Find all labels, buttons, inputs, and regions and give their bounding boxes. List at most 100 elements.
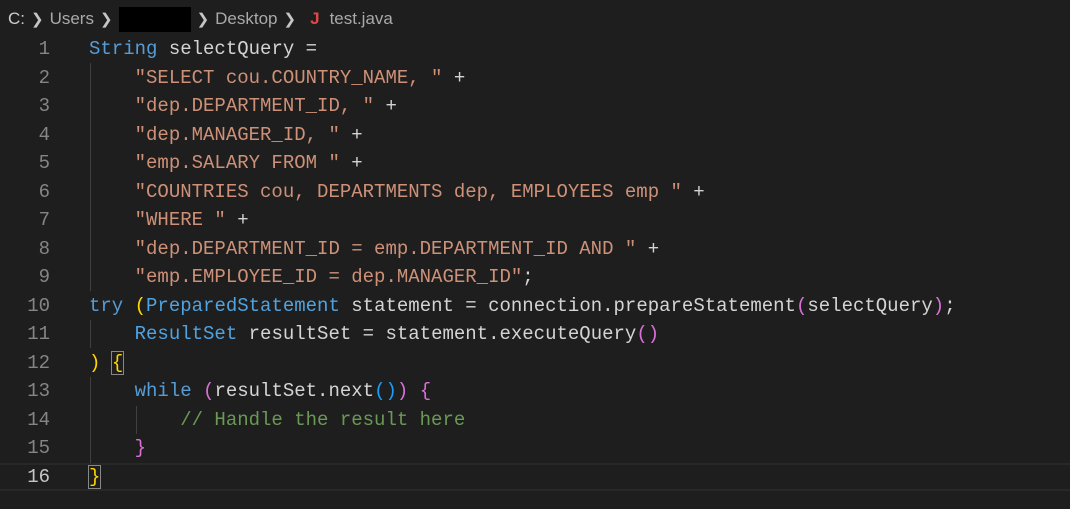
line-text: while (resultSet.next()) { bbox=[89, 377, 432, 406]
line-number: 4 bbox=[38, 123, 50, 146]
code-line[interactable]: 1 String selectQuery = bbox=[0, 35, 1070, 64]
line-number: 16 bbox=[27, 465, 50, 488]
line-text: ResultSet resultSet = statement.executeQ… bbox=[89, 320, 660, 349]
code-token: // Handle the result here bbox=[180, 408, 466, 431]
code-token: ) bbox=[932, 294, 945, 317]
code-line[interactable]: 14 // Handle the result here bbox=[0, 406, 1070, 435]
code-line[interactable]: 5 "emp.SALARY FROM " + bbox=[0, 149, 1070, 178]
code-line[interactable]: 3 "dep.DEPARTMENT_ID, " + bbox=[0, 92, 1070, 121]
code-line[interactable]: 11 ResultSet resultSet = statement.execu… bbox=[0, 320, 1070, 349]
code-token: try bbox=[89, 294, 124, 317]
line-text: ) { bbox=[89, 349, 125, 378]
code-token: "SELECT cou.COUNTRY_NAME, " bbox=[134, 66, 443, 89]
code-token: ( bbox=[795, 294, 808, 317]
chevron-right-icon: ❯ bbox=[196, 11, 210, 28]
code-line[interactable]: 6 "COUNTRIES cou, DEPARTMENTS dep, EMPLO… bbox=[0, 178, 1070, 207]
code-token: String bbox=[89, 38, 158, 60]
line-number: 11 bbox=[27, 323, 50, 345]
code-token: ResultSet bbox=[134, 323, 238, 345]
code-token: "dep.DEPARTMENT_ID = emp.DEPARTMENT_ID A… bbox=[134, 237, 637, 260]
line-number: 13 bbox=[27, 380, 50, 402]
code-token: while bbox=[134, 380, 192, 402]
code-token: + bbox=[225, 209, 249, 231]
code-token: "dep.MANAGER_ID, " bbox=[134, 123, 340, 146]
code-token: statement = connection.prepareStatement bbox=[339, 294, 796, 317]
breadcrumb-drive[interactable]: C: bbox=[8, 9, 25, 29]
code-token: "WHERE " bbox=[134, 209, 226, 231]
line-text: "dep.DEPARTMENT_ID = emp.DEPARTMENT_ID A… bbox=[89, 235, 660, 264]
code-token: { bbox=[110, 350, 125, 375]
code-line[interactable]: 15 } bbox=[0, 434, 1070, 463]
code-line[interactable]: 16} bbox=[0, 463, 1070, 492]
line-number: 1 bbox=[38, 38, 50, 60]
code-token: () bbox=[374, 380, 397, 402]
line-text: "emp.SALARY FROM " + bbox=[89, 149, 363, 178]
code-token: () bbox=[636, 323, 660, 345]
line-number: 14 bbox=[27, 408, 50, 431]
code-line[interactable]: 2 "SELECT cou.COUNTRY_NAME, " + bbox=[0, 64, 1070, 93]
line-text: "emp.EMPLOYEE_ID = dep.MANAGER_ID"; bbox=[89, 263, 534, 292]
code-token: ) bbox=[89, 351, 101, 374]
code-editor[interactable]: 1 String selectQuery = 2 "SELECT cou.COUNT… bbox=[0, 35, 1070, 491]
line-number: 8 bbox=[38, 237, 50, 260]
line-text: "SELECT cou.COUNTRY_NAME, " + bbox=[89, 64, 466, 93]
line-number: 3 bbox=[38, 95, 50, 117]
line-text: "dep.DEPARTMENT_ID, " + bbox=[89, 92, 397, 121]
code-token: "emp.SALARY FROM " bbox=[134, 152, 340, 174]
breadcrumb-file[interactable]: test.java bbox=[330, 9, 393, 29]
code-token: ) bbox=[396, 380, 409, 402]
code-token: ; bbox=[944, 294, 956, 317]
line-number: 5 bbox=[38, 152, 50, 174]
code-line[interactable]: 7 "WHERE " + bbox=[0, 206, 1070, 235]
breadcrumb-users[interactable]: Users bbox=[50, 9, 94, 29]
breadcrumb-desktop[interactable]: Desktop bbox=[215, 9, 277, 29]
java-file-icon: J bbox=[310, 9, 320, 28]
line-number: 6 bbox=[38, 180, 50, 203]
chevron-right-icon: ❯ bbox=[283, 11, 297, 28]
code-token: { bbox=[419, 380, 432, 402]
redacted-username bbox=[118, 6, 191, 32]
line-text: "WHERE " + bbox=[89, 206, 249, 235]
code-token: + bbox=[636, 237, 660, 260]
code-line[interactable]: 9 "emp.EMPLOYEE_ID = dep.MANAGER_ID"; bbox=[0, 263, 1070, 292]
code-line[interactable]: 10 try (PreparedStatement statement = con… bbox=[0, 292, 1070, 321]
code-token: + bbox=[374, 95, 397, 117]
line-text: } bbox=[87, 463, 102, 492]
code-token: "dep.DEPARTMENT_ID, " bbox=[134, 95, 375, 117]
code-token: + bbox=[339, 152, 363, 174]
line-text: // Handle the result here bbox=[89, 406, 465, 435]
line-text: String selectQuery = bbox=[89, 35, 317, 64]
code-token: selectQuery bbox=[807, 294, 933, 317]
code-token: ; bbox=[522, 266, 534, 288]
code-token: + bbox=[339, 123, 363, 146]
line-number: 12 bbox=[27, 351, 50, 374]
line-number: 15 bbox=[27, 437, 50, 459]
line-text: try (PreparedStatement statement = conne… bbox=[89, 292, 956, 321]
code-line[interactable]: 13 while (resultSet.next()) { bbox=[0, 377, 1070, 406]
code-token: "emp.EMPLOYEE_ID = dep.MANAGER_ID" bbox=[134, 266, 523, 288]
chevron-right-icon: ❯ bbox=[31, 11, 44, 28]
code-line[interactable]: 8 "dep.DEPARTMENT_ID = emp.DEPARTMENT_ID… bbox=[0, 235, 1070, 264]
code-line[interactable]: 12) { bbox=[0, 349, 1070, 378]
code-token: resultSet.next bbox=[214, 380, 375, 402]
line-number: 10 bbox=[27, 294, 50, 317]
code-token: ( bbox=[203, 380, 215, 402]
code-line[interactable]: 4 "dep.MANAGER_ID, " + bbox=[0, 121, 1070, 150]
code-token: ( bbox=[134, 294, 147, 317]
line-number: 7 bbox=[38, 209, 50, 231]
code-token: selectQuery = bbox=[157, 38, 318, 60]
